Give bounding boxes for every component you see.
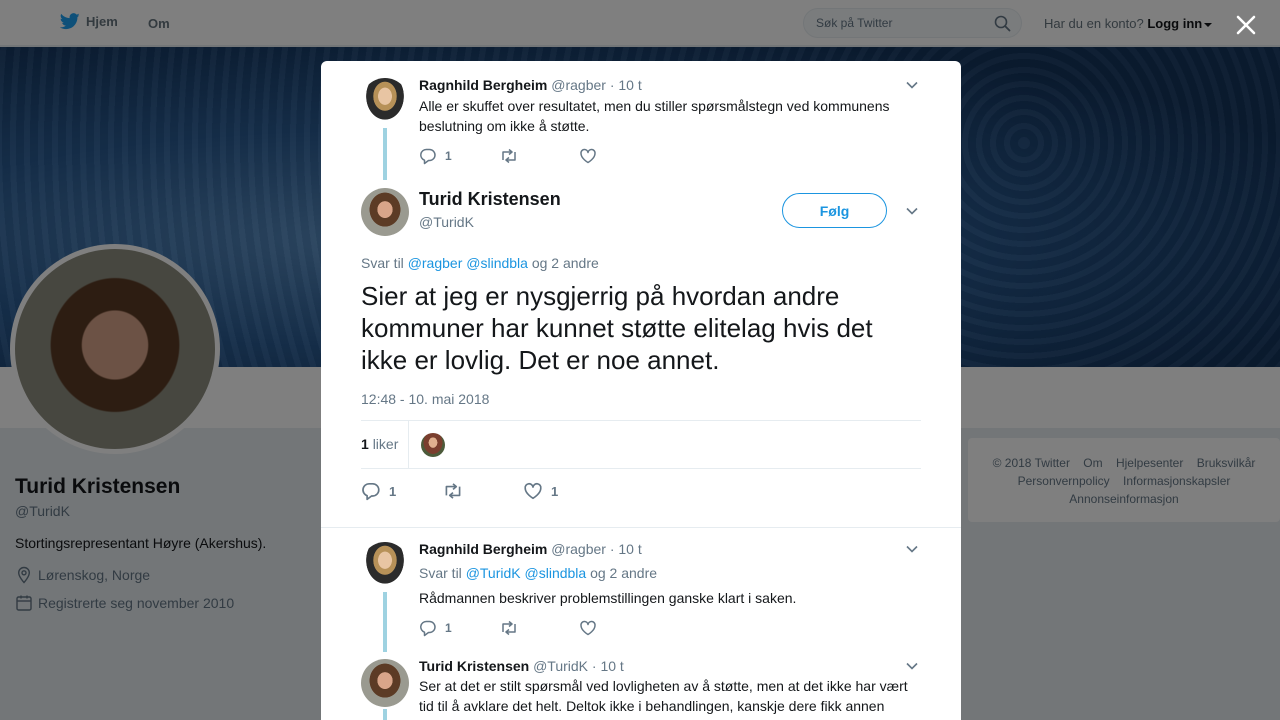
reply-icon [420,620,436,637]
main-retweet-button[interactable] [442,481,523,501]
tweet1-retweet-button[interactable] [499,147,579,165]
tweet4-time[interactable]: · 10 t [592,658,624,674]
tweet1-like-button[interactable] [579,147,659,165]
reply-prefix: Svar til [361,255,404,271]
reply-prefix: Svar til [419,565,462,581]
tweet3-reply-context: Svar til @TuridK @slindbla og 2 andre [419,565,657,581]
retweet-icon [445,483,461,499]
tweet-stats: 1 liker [361,420,921,469]
chevron-down-icon[interactable] [905,542,919,556]
mention-link[interactable]: @slindbla [466,255,528,271]
likes-stat-count: 1 [361,436,369,452]
reply-suffix[interactable]: og 2 andre [532,255,599,271]
mention-link[interactable]: @slindbla [525,565,587,581]
heart-icon [524,482,542,500]
tweet3-header: Ragnhild Bergheim @ragber · 10 t [419,541,642,557]
tweet4-header: Turid Kristensen @TuridK · 10 t [419,658,624,674]
main-tweet-actions: 1 1 [361,481,604,501]
main-like-button[interactable]: 1 [523,481,604,501]
tweet4-author-name[interactable]: Turid Kristensen [419,658,529,674]
tweet1-time[interactable]: · 10 t [610,77,642,93]
follow-button[interactable]: Følg [782,193,887,228]
main-like-count: 1 [551,483,559,499]
tweet3-like-button[interactable] [579,619,659,637]
chevron-down-icon[interactable] [905,659,919,673]
chevron-down-icon[interactable] [905,204,919,218]
tweet1-author-handle[interactable]: @ragber [551,77,606,93]
main-reply-context: Svar til @ragber @slindbla og 2 andre [361,255,599,271]
tweet3-author-name[interactable]: Ragnhild Bergheim [419,541,547,557]
tweet4-avatar[interactable] [361,659,409,707]
likes-stat[interactable]: 1 liker [361,436,398,452]
mention-link[interactable]: @TuridK [466,565,521,581]
main-tweet-author-handle[interactable]: @TuridK [419,214,474,230]
main-tweet-avatar[interactable] [361,188,409,236]
retweet-icon [502,620,516,636]
tweet3-text: Rådmannen beskriver problemstillingen ga… [419,590,797,606]
tweet3-author-handle[interactable]: @ragber [551,541,606,557]
stats-divider [408,421,409,468]
tweet1-avatar[interactable] [361,78,409,126]
tweet1-reply-count: 1 [445,149,452,163]
tweet1-header: Ragnhild Bergheim @ragber · 10 t [419,77,642,93]
tweet1-reply-button[interactable]: 1 [419,147,499,165]
reply-icon [420,148,436,165]
reply-icon [362,482,380,501]
likes-stat-label: liker [372,436,399,452]
heart-icon [580,620,596,636]
tweet3-avatar[interactable] [361,542,409,590]
main-tweet-divider [321,518,961,528]
tweet3-actions: 1 [419,619,659,637]
reply-suffix[interactable]: og 2 andre [590,565,657,581]
retweet-icon [502,148,516,164]
thread-line [383,709,387,720]
tweet1-text: Alle er skuffet over resultatet, men du … [419,98,890,134]
chevron-down-icon[interactable] [905,78,919,92]
thread-line [383,592,387,652]
tweet1-author-name[interactable]: Ragnhild Bergheim [419,77,547,93]
main-tweet-author-name[interactable]: Turid Kristensen [419,189,561,210]
tweet1-actions: 1 [419,147,659,165]
thread-line [383,128,387,180]
tweet4-author-handle[interactable]: @TuridK [533,658,588,674]
mention-link[interactable]: @ragber [408,255,463,271]
tweet3-retweet-button[interactable] [499,619,579,637]
tweet-modal: Ragnhild Bergheim @ragber · 10 t Alle er… [321,61,961,720]
liker-avatar[interactable] [421,433,445,457]
tweet3-reply-button[interactable]: 1 [419,619,499,637]
tweet3-reply-count: 1 [445,621,452,635]
heart-icon [580,148,596,164]
tweet3-time[interactable]: · 10 t [610,541,642,557]
main-reply-button[interactable]: 1 [361,481,442,501]
main-tweet-timestamp[interactable]: 12:48 - 10. mai 2018 [361,391,489,407]
main-reply-count: 1 [389,483,397,499]
close-icon[interactable] [1232,11,1260,39]
tweet4-text: Ser at det er stilt spørsmål ved lovligh… [419,678,908,714]
main-tweet-text: Sier at jeg er nysgjerrig på hvordan and… [361,281,873,375]
